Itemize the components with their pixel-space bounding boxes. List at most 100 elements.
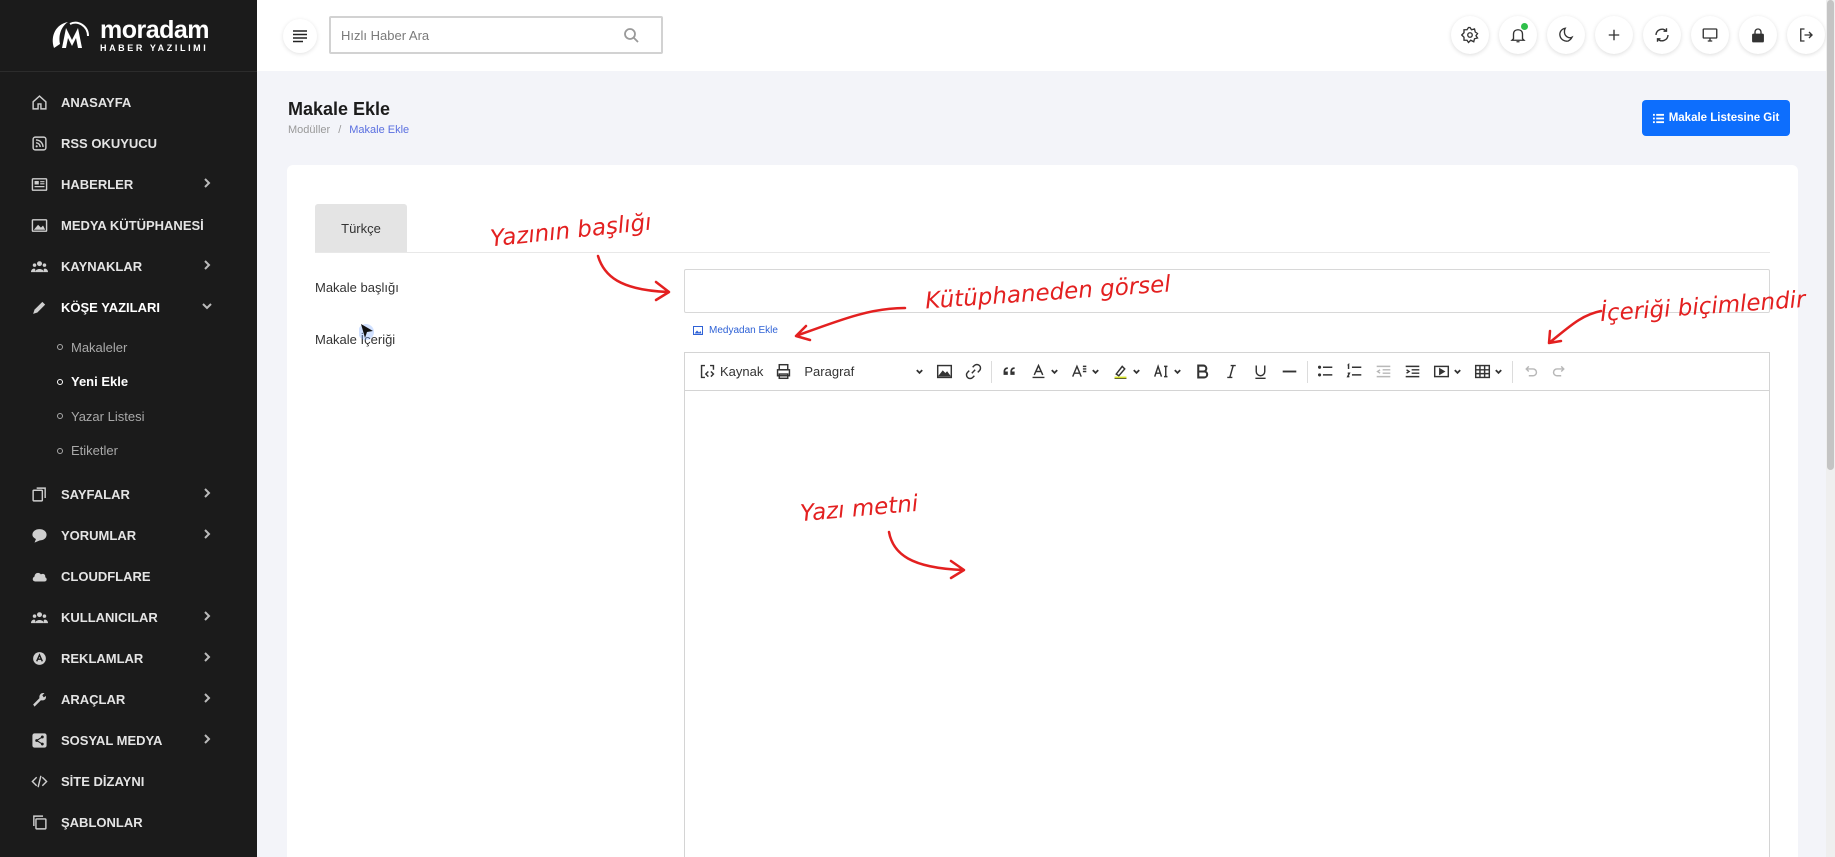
chevron-right-icon xyxy=(201,259,213,271)
scrollbar-thumb[interactable] xyxy=(1827,0,1834,470)
tab-turkce[interactable]: Türkçe xyxy=(315,204,407,252)
rss-icon xyxy=(28,136,50,152)
insert-table-button[interactable] xyxy=(1468,357,1509,387)
sidebar-item-reklamlar[interactable]: REKLAMLAR xyxy=(0,638,257,679)
chevron-right-icon xyxy=(201,692,213,704)
sidebar-subitem-etiketler[interactable]: Etiketler xyxy=(0,434,257,469)
view-site-button[interactable] xyxy=(1691,16,1729,54)
search-input[interactable] xyxy=(331,18,601,52)
plus-icon xyxy=(1608,29,1620,41)
underline-icon xyxy=(1255,365,1266,380)
notifications-button[interactable] xyxy=(1499,16,1537,54)
highlight-button[interactable] xyxy=(1106,357,1147,387)
sidebar-item-yorumlar[interactable]: YORUMLAR xyxy=(0,515,257,556)
source-button[interactable]: Kaynak xyxy=(693,357,769,387)
chevron-right-icon xyxy=(201,610,213,622)
sidebar-item-sablonlar[interactable]: ŞABLONLAR xyxy=(0,802,257,843)
editor-content-area[interactable] xyxy=(685,391,1769,857)
font-color-button[interactable] xyxy=(1024,357,1065,387)
article-list-button[interactable]: Makale Listesine Git xyxy=(1642,100,1790,136)
rich-text-editor: Kaynak Paragraf xyxy=(684,352,1770,857)
sidebar-subitem-yazar-listesi[interactable]: Yazar Listesi xyxy=(0,399,257,434)
link-button[interactable] xyxy=(959,357,988,387)
sidebar-item-label: ANASAYFA xyxy=(61,95,132,110)
sidebar-item-medya[interactable]: MEDYA KÜTÜPHANESİ xyxy=(0,205,257,246)
sidebar-item-kaynaklar[interactable]: KAYNAKLAR xyxy=(0,246,257,287)
page-scrollbar[interactable] xyxy=(1826,0,1835,857)
brand-logo[interactable]: moradam HABER YAZILIMI xyxy=(0,0,257,72)
theme-toggle-button[interactable] xyxy=(1547,16,1585,54)
lock-icon xyxy=(1752,28,1764,43)
sidebar-item-araclar[interactable]: ARAÇLAR xyxy=(0,679,257,720)
toolbar-separator xyxy=(991,360,993,383)
chevron-right-icon xyxy=(201,651,213,663)
menu-toggle-button[interactable] xyxy=(283,19,317,53)
sidebar-item-haberler[interactable]: HABERLER xyxy=(0,164,257,205)
chevron-down-icon xyxy=(1092,369,1100,375)
search-icon[interactable] xyxy=(623,27,639,43)
breadcrumb-separator: / xyxy=(338,124,342,136)
sidebar-item-label: ARAÇLAR xyxy=(61,692,126,707)
sidebar-subitem-makaleler[interactable]: Makaleler xyxy=(0,330,257,365)
source-icon xyxy=(700,364,715,379)
sidebar-item-label: REKLAMLAR xyxy=(61,651,144,666)
sidebar-item-sosyal-medya[interactable]: SOSYAL MEDYA xyxy=(0,720,257,761)
print-button[interactable] xyxy=(769,357,798,387)
content-label: Makale İçeriği xyxy=(315,332,396,347)
sidebar-item-label: ŞABLONLAR xyxy=(61,815,143,830)
pen-icon xyxy=(28,300,50,316)
font-size-icon xyxy=(1072,364,1087,377)
logout-icon xyxy=(1800,28,1813,42)
outdent-button[interactable] xyxy=(1369,357,1398,387)
bulleted-list-icon xyxy=(1318,365,1333,377)
sidebar-item-label: HABERLER xyxy=(61,177,134,192)
undo-button[interactable] xyxy=(1516,357,1545,387)
sidebar-item-label: KAYNAKLAR xyxy=(61,259,143,274)
sidebar-subitem-yeni-ekle[interactable]: Yeni Ekle xyxy=(0,365,257,400)
italic-button[interactable] xyxy=(1217,357,1246,387)
quote-icon xyxy=(1003,367,1015,375)
bold-button[interactable] xyxy=(1188,357,1217,387)
tab-divider xyxy=(315,252,1770,253)
table-icon xyxy=(1475,364,1491,379)
sidebar-item-anasayfa[interactable]: ANASAYFA xyxy=(0,82,257,123)
breadcrumb-item[interactable]: Modüller xyxy=(288,124,330,136)
sidebar-item-rss[interactable]: RSS OKUYUCU xyxy=(0,123,257,164)
print-icon xyxy=(777,363,791,380)
annotation-arrow-title xyxy=(596,254,671,302)
sidebar-item-kullanicilar[interactable]: KULLANICILAR xyxy=(0,597,257,638)
ai-button[interactable] xyxy=(1147,357,1188,387)
horizontal-line-button[interactable] xyxy=(1275,357,1304,387)
indent-icon xyxy=(1406,365,1420,378)
sidebar-item-sayfalar[interactable]: SAYFALAR xyxy=(0,474,257,515)
underline-button[interactable] xyxy=(1246,357,1275,387)
indent-button[interactable] xyxy=(1398,357,1427,387)
font-color-icon xyxy=(1032,363,1045,379)
horizontal-line-icon xyxy=(1283,370,1297,373)
paragraph-select[interactable]: Paragraf xyxy=(798,357,930,387)
add-from-media-link[interactable]: Medyadan Ekle xyxy=(693,325,778,336)
sidebar-item-cloudflare[interactable]: CLOUDFLARE xyxy=(0,556,257,597)
numbered-list-icon xyxy=(1346,363,1362,378)
redo-button[interactable] xyxy=(1545,357,1574,387)
blockquote-button[interactable] xyxy=(995,357,1024,387)
font-size-button[interactable] xyxy=(1065,357,1106,387)
insert-image-button[interactable] xyxy=(930,357,959,387)
logout-button[interactable] xyxy=(1787,16,1825,54)
chevron-right-icon xyxy=(201,528,213,540)
sidebar-item-kose-yazilari[interactable]: KÖŞE YAZILARI xyxy=(0,287,257,328)
brand-mark-icon xyxy=(52,21,89,48)
breadcrumb: Modüller / Makale Ekle xyxy=(288,124,409,136)
media-embed-button[interactable] xyxy=(1427,357,1468,387)
lock-button[interactable] xyxy=(1739,16,1777,54)
sidebar-item-site-dizayni[interactable]: SİTE DİZAYNI xyxy=(0,761,257,802)
settings-button[interactable] xyxy=(1451,16,1489,54)
refresh-button[interactable] xyxy=(1643,16,1681,54)
article-list-button-label: Makale Listesine Git xyxy=(1668,112,1780,124)
numbered-list-button[interactable] xyxy=(1340,357,1369,387)
hamburger-icon xyxy=(293,30,307,43)
wrench-icon xyxy=(28,692,50,708)
add-button[interactable] xyxy=(1595,16,1633,54)
bulleted-list-button[interactable] xyxy=(1311,357,1340,387)
annotation-arrow-body xyxy=(887,530,966,580)
